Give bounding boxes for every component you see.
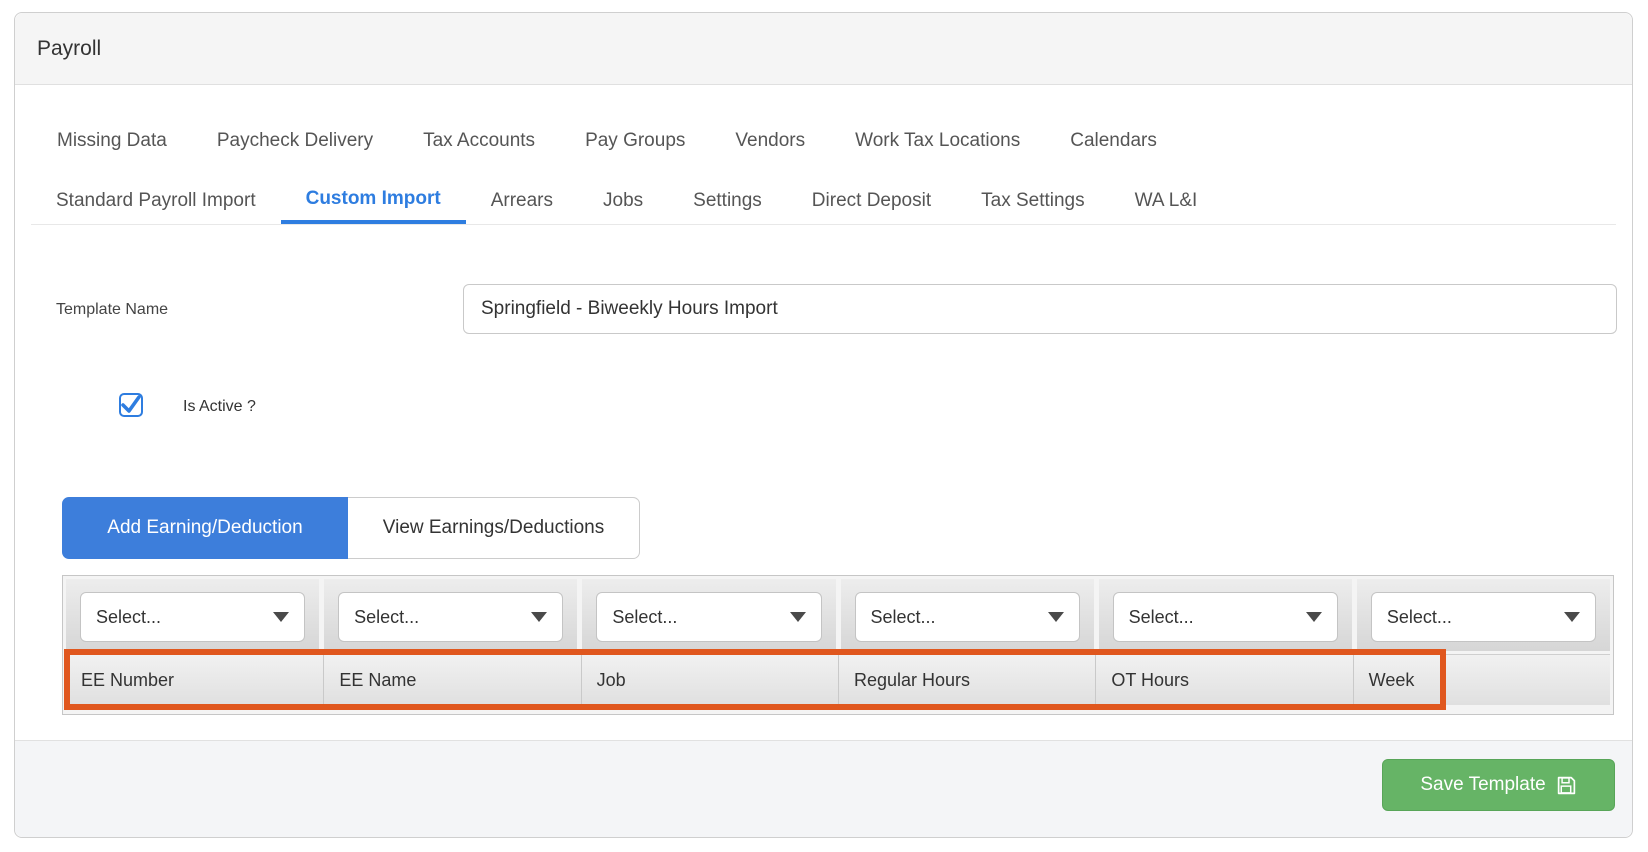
- tab-settings[interactable]: Settings: [668, 177, 787, 224]
- page-title: Payroll: [37, 37, 101, 61]
- column-header-week: Week: [1353, 655, 1610, 705]
- chevron-down-icon: [531, 612, 547, 622]
- column-select-5[interactable]: Select...: [1113, 592, 1338, 642]
- floppy-disk-icon: [1556, 775, 1577, 796]
- file-column-header-row: EE Number EE Name Job Regular Hours OT H…: [66, 654, 1610, 705]
- chevron-down-icon: [1048, 612, 1064, 622]
- mapping-column-2: Select...: [324, 579, 577, 651]
- tab-custom-import[interactable]: Custom Import: [281, 177, 466, 224]
- tab-tax-settings[interactable]: Tax Settings: [956, 177, 1110, 224]
- footer-bar: Save Template: [15, 740, 1632, 837]
- template-name-input[interactable]: [463, 284, 1617, 334]
- mapping-column-5: Select...: [1099, 579, 1352, 651]
- is-active-label: Is Active ?: [183, 398, 256, 416]
- payroll-panel: Payroll Missing Data Paycheck Delivery T…: [14, 12, 1633, 838]
- tab-row-primary: Missing Data Paycheck Delivery Tax Accou…: [32, 123, 1182, 159]
- select-value: Select...: [1387, 607, 1452, 628]
- column-select-6[interactable]: Select...: [1371, 592, 1596, 642]
- is-active-checkbox[interactable]: [119, 393, 143, 417]
- column-select-3[interactable]: Select...: [596, 592, 821, 642]
- tab-calendars[interactable]: Calendars: [1045, 123, 1182, 159]
- chevron-down-icon: [1306, 612, 1322, 622]
- select-value: Select...: [612, 607, 677, 628]
- earning-deduction-toggle: Add Earning/Deduction View Earnings/Dedu…: [62, 497, 640, 559]
- chevron-down-icon: [273, 612, 289, 622]
- select-value: Select...: [354, 607, 419, 628]
- save-template-button[interactable]: Save Template: [1382, 759, 1615, 811]
- column-mapping-table: Select... Select... Select... Select...: [62, 575, 1614, 715]
- checkmark-icon: [118, 392, 144, 418]
- chevron-down-icon: [1564, 612, 1580, 622]
- select-value: Select...: [96, 607, 161, 628]
- tab-wa-li[interactable]: WA L&I: [1110, 177, 1223, 224]
- select-value: Select...: [1129, 607, 1194, 628]
- save-template-label: Save Template: [1420, 774, 1545, 796]
- select-value: Select...: [871, 607, 936, 628]
- tab-arrears[interactable]: Arrears: [466, 177, 578, 224]
- view-earnings-deductions-button[interactable]: View Earnings/Deductions: [348, 497, 640, 559]
- column-header-ee-number: EE Number: [66, 655, 323, 705]
- template-name-label: Template Name: [56, 301, 168, 319]
- tab-missing-data[interactable]: Missing Data: [32, 123, 192, 159]
- tab-row-secondary: Standard Payroll Import Custom Import Ar…: [31, 177, 1616, 225]
- column-header-ee-name: EE Name: [323, 655, 580, 705]
- select-row: Select... Select... Select... Select...: [63, 576, 1613, 651]
- column-header-regular-hours: Regular Hours: [838, 655, 1095, 705]
- tab-vendors[interactable]: Vendors: [710, 123, 830, 159]
- column-select-4[interactable]: Select...: [855, 592, 1080, 642]
- column-select-2[interactable]: Select...: [338, 592, 563, 642]
- column-select-1[interactable]: Select...: [80, 592, 305, 642]
- tab-direct-deposit[interactable]: Direct Deposit: [787, 177, 956, 224]
- mapping-column-6: Select...: [1357, 579, 1610, 651]
- mapping-column-4: Select...: [841, 579, 1094, 651]
- tab-pay-groups[interactable]: Pay Groups: [560, 123, 710, 159]
- column-header-ot-hours: OT Hours: [1095, 655, 1352, 705]
- add-earning-deduction-button[interactable]: Add Earning/Deduction: [62, 497, 348, 559]
- tab-work-tax-locations[interactable]: Work Tax Locations: [830, 123, 1045, 159]
- tab-paycheck-delivery[interactable]: Paycheck Delivery: [192, 123, 398, 159]
- mapping-column-1: Select...: [66, 579, 319, 651]
- tab-standard-payroll-import[interactable]: Standard Payroll Import: [31, 177, 281, 224]
- chevron-down-icon: [790, 612, 806, 622]
- mapping-column-3: Select...: [582, 579, 835, 651]
- tab-jobs[interactable]: Jobs: [578, 177, 668, 224]
- column-header-job: Job: [581, 655, 838, 705]
- panel-header: Payroll: [15, 13, 1632, 85]
- tab-tax-accounts[interactable]: Tax Accounts: [398, 123, 560, 159]
